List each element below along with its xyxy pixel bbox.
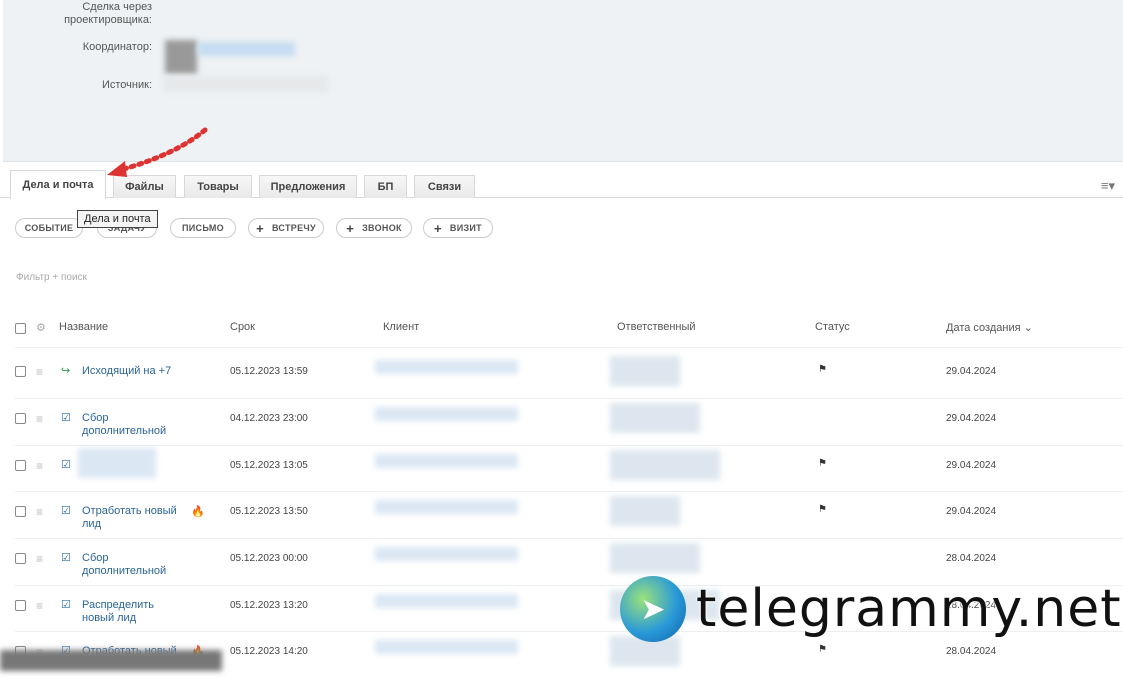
menu-icon[interactable]: ≡▾ (1101, 178, 1115, 194)
sort-chevron-icon: ⌄ (1023, 322, 1033, 334)
add-event-button[interactable]: СОБЫТИЕ (15, 218, 83, 238)
button-label: СОБЫТИЕ (24, 223, 74, 233)
button-label: ЗВОНОК (362, 223, 402, 233)
add-call-button[interactable]: + ЗВОНОК (336, 218, 412, 238)
tab-links[interactable]: Связи (414, 175, 475, 198)
field-label: Сделка через проектировщика: (64, 1, 152, 26)
deadline: 05.12.2023 13:20 (230, 600, 308, 611)
table-row[interactable]: ≡ ☑ Отработать новый лид 🔥 05.12.2023 13… (0, 492, 1123, 539)
column-name[interactable]: Название (59, 321, 108, 333)
table-row[interactable]: ≡ ↪ Исходящий на +7 05.12.2023 13:59 ⚑ 2… (0, 352, 1123, 399)
flag-icon: ⚑ (818, 644, 827, 655)
created-date: 28.04.2024 (946, 646, 997, 657)
watermark: ➤ telegrammy.net (620, 576, 1122, 642)
column-status[interactable]: Статус (815, 321, 850, 333)
plus-icon: + (256, 220, 264, 236)
annotation-arrow (107, 127, 208, 177)
row-checkbox[interactable] (15, 413, 26, 424)
table-row[interactable]: ≡ ☑ Сбор дополнительной 04.12.2023 23:00… (0, 399, 1123, 446)
deadline: 05.12.2023 13:59 (230, 366, 308, 377)
row-checkbox[interactable] (15, 366, 26, 377)
add-letter-button[interactable]: ПИСЬМО (170, 218, 236, 238)
deadline: 05.12.2023 14:20 (230, 646, 308, 657)
drag-handle-icon[interactable]: ≡ (36, 365, 43, 379)
activity-link[interactable]: Исходящий на +7 (82, 365, 187, 378)
tab-bp[interactable]: БП (364, 175, 407, 198)
deadline: 05.12.2023 13:50 (230, 506, 308, 517)
drag-handle-icon[interactable]: ≡ (36, 412, 43, 426)
field-label: Координатор: (82, 41, 152, 53)
created-date: 28.04.2024 (946, 553, 997, 564)
deadline: 05.12.2023 13:05 (230, 460, 308, 471)
button-label: ВИЗИТ (449, 223, 482, 233)
table-row[interactable]: ≡ ☑ 05.12.2023 13:05 ⚑ 29.04.2024 (0, 446, 1123, 493)
button-label: ПИСЬМО (182, 223, 224, 233)
plus-icon: + (346, 220, 355, 236)
tooltip: Дела и почта (77, 210, 158, 228)
task-check-icon: ☑ (61, 599, 71, 611)
row-checkbox[interactable] (15, 553, 26, 564)
flag-icon: ⚑ (818, 504, 827, 515)
created-date: 29.04.2024 (946, 506, 997, 517)
column-deadline[interactable]: Срок (230, 321, 255, 333)
created-date: 29.04.2024 (946, 460, 997, 471)
task-check-icon: ☑ (61, 412, 71, 424)
row-checkbox[interactable] (15, 506, 26, 517)
drag-handle-icon[interactable]: ≡ (36, 505, 43, 519)
outgoing-call-icon: ↪ (61, 365, 71, 377)
drag-handle-icon[interactable]: ≡ (36, 599, 43, 613)
column-responsible[interactable]: Ответственный (617, 321, 696, 333)
drag-handle-icon[interactable]: ≡ (36, 459, 43, 473)
deadline: 05.12.2023 00:00 (230, 553, 308, 564)
drag-handle-icon[interactable]: ≡ (36, 552, 43, 566)
row-checkbox[interactable] (15, 460, 26, 471)
settings-gear-icon[interactable]: ⚙ (36, 321, 46, 334)
activity-link[interactable]: Распределить новый лид (82, 599, 187, 625)
row-checkbox[interactable] (15, 600, 26, 611)
created-date: 29.04.2024 (946, 413, 997, 424)
tab-activities[interactable]: Дела и почта (10, 170, 106, 199)
task-check-icon: ☑ (61, 552, 71, 564)
filter-search-input[interactable]: Фильтр + поиск (16, 272, 87, 283)
add-visit-button[interactable]: + ВИЗИТ (423, 218, 493, 238)
flag-icon: ⚑ (818, 458, 827, 469)
telegram-logo-icon: ➤ (620, 576, 686, 642)
column-created[interactable]: Дата создания ⌄ (946, 321, 1033, 334)
button-label: ВСТРЕЧУ (271, 223, 316, 233)
tab-quotes[interactable]: Предложения (259, 175, 357, 198)
select-all-checkbox[interactable] (15, 323, 26, 334)
task-check-icon: ☑ (61, 505, 71, 517)
flag-icon: ⚑ (818, 364, 827, 375)
field-label: Источник: (101, 79, 152, 91)
deadline: 04.12.2023 23:00 (230, 413, 308, 424)
plus-icon: + (434, 220, 442, 236)
watermark-text: telegrammy.net (696, 579, 1122, 639)
fire-icon: 🔥 (191, 506, 205, 518)
add-meeting-button[interactable]: + ВСТРЕЧУ (248, 218, 324, 238)
activity-link[interactable]: Отработать новый лид (82, 505, 187, 531)
task-check-icon: ☑ (61, 459, 71, 471)
activity-link[interactable]: Сбор дополнительной (82, 552, 187, 578)
activity-link[interactable]: Сбор дополнительной (82, 412, 187, 438)
column-label: Дата создания (946, 322, 1021, 334)
created-date: 29.04.2024 (946, 366, 997, 377)
column-client[interactable]: Клиент (383, 321, 419, 333)
